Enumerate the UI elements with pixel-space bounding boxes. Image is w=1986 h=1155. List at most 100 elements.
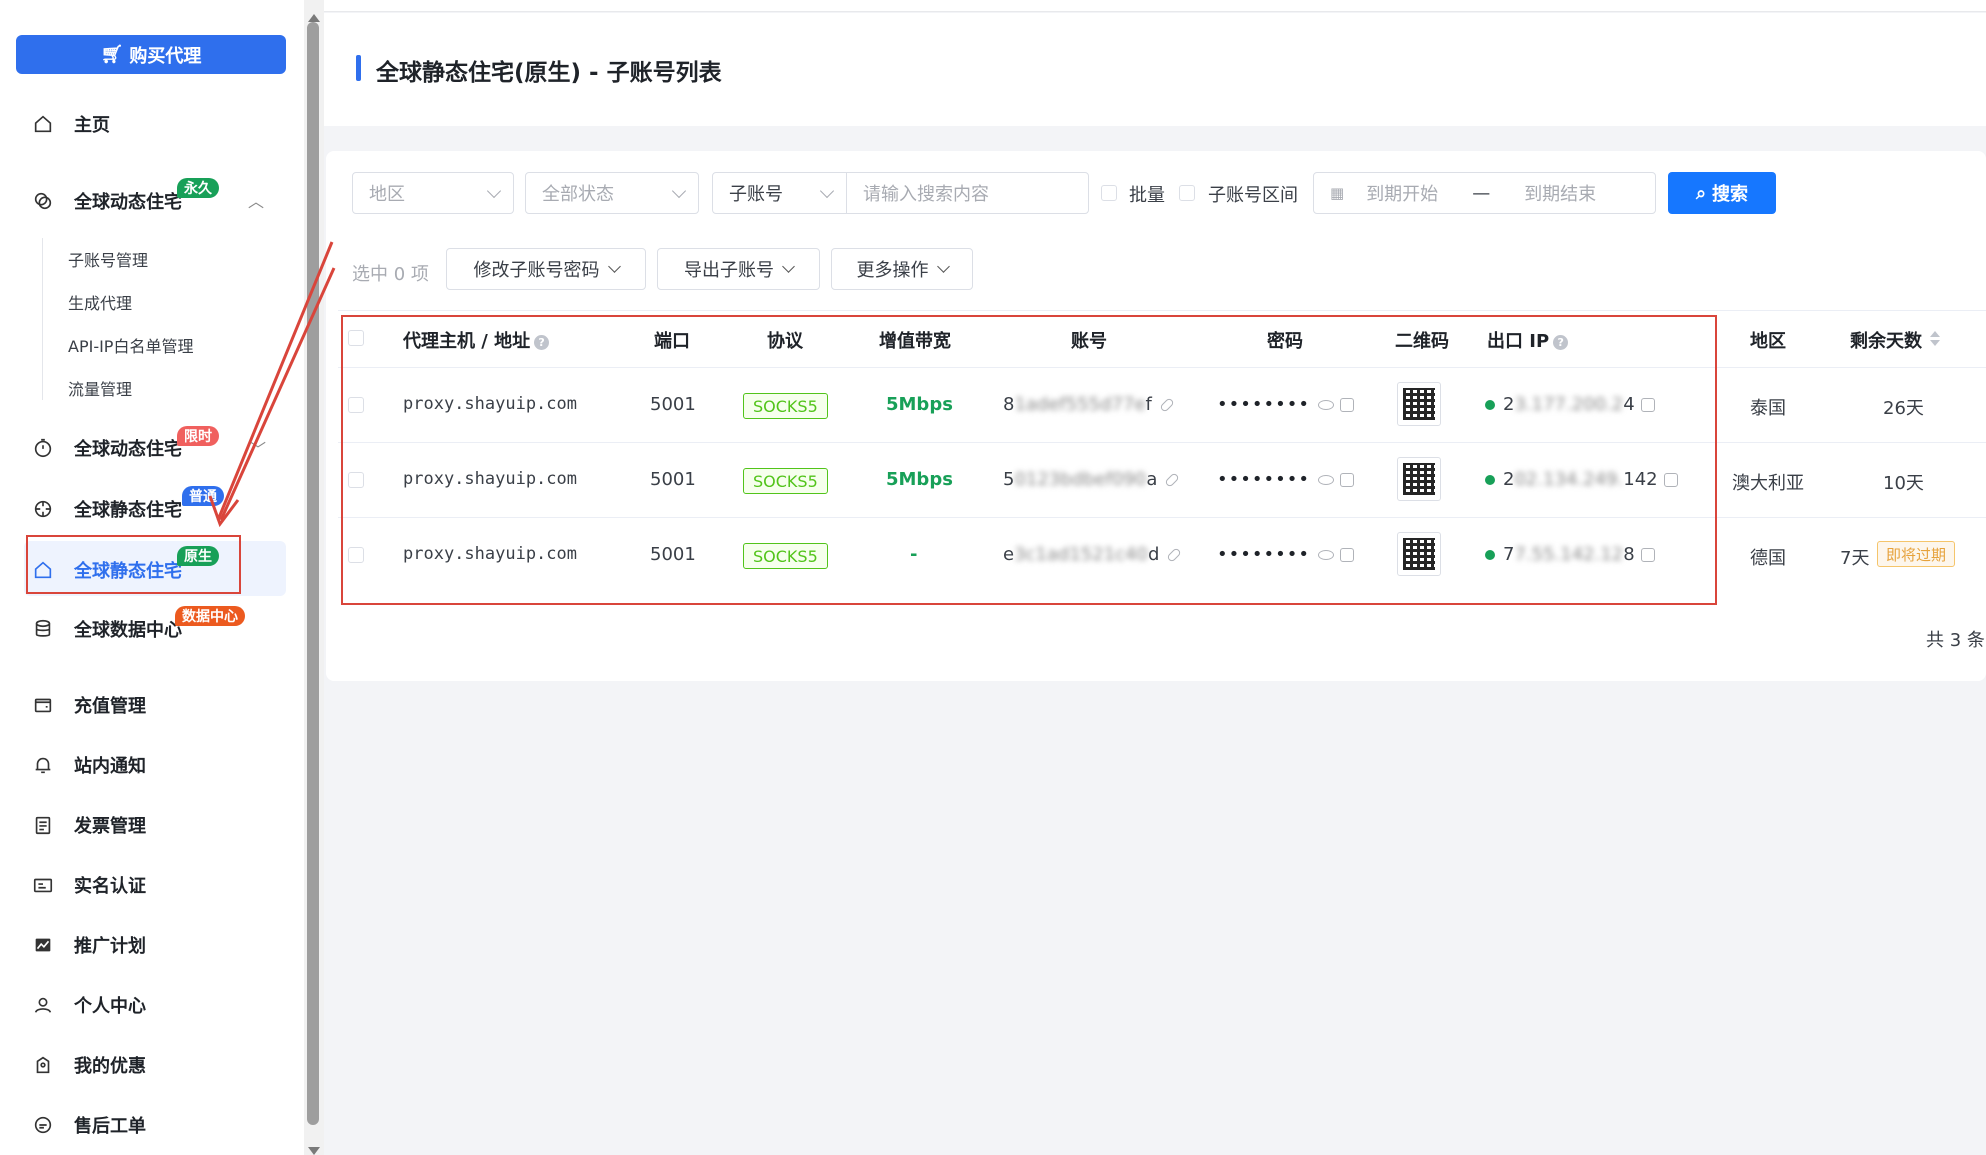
sidebar-item-home[interactable]: 主页 xyxy=(30,107,110,141)
copy-icon[interactable] xyxy=(1339,548,1354,562)
row-password: •••••••• xyxy=(1217,394,1354,415)
search-input[interactable]: 请输入搜索内容 xyxy=(846,172,1089,214)
buy-proxy-button[interactable]: 🛒︎ 购买代理 xyxy=(16,35,286,74)
eye-icon[interactable] xyxy=(1317,550,1334,560)
sidebar-sub-subaccounts[interactable]: 子账号管理 xyxy=(68,247,148,271)
row-days: 7天 xyxy=(1840,548,1870,569)
sidebar-item-promotion[interactable]: 推广计划 xyxy=(30,928,146,962)
column-header-port: 端口 xyxy=(654,331,690,352)
sort-desc-icon[interactable] xyxy=(1930,340,1940,346)
chevron-down-icon xyxy=(486,183,502,199)
copy-icon[interactable] xyxy=(1640,548,1655,562)
range-checkbox[interactable] xyxy=(1179,185,1195,201)
home-icon xyxy=(30,111,56,137)
sidebar-item-invoices[interactable]: 发票管理 xyxy=(30,808,146,842)
row-host: proxy.shayuip.com xyxy=(403,394,577,414)
export-button[interactable]: 导出子账号 xyxy=(657,248,820,290)
badge-permanent: 永久 xyxy=(177,178,219,198)
calendar-icon: ▦ xyxy=(1330,184,1345,202)
row-password: •••••••• xyxy=(1217,469,1354,490)
document-icon xyxy=(30,812,56,838)
sidebar-item-coupons[interactable]: 我的优惠 xyxy=(30,1048,146,1082)
eye-icon[interactable] xyxy=(1317,400,1334,410)
sidebar-item-static-native[interactable]: 全球静态住宅 xyxy=(30,553,182,587)
change-password-button[interactable]: 修改子账号密码 xyxy=(446,248,646,290)
sidebar-item-verification[interactable]: 实名认证 xyxy=(30,868,146,902)
row-password: •••••••• xyxy=(1217,544,1354,565)
chevron-down-icon xyxy=(782,260,795,273)
qr-code[interactable] xyxy=(1397,382,1441,426)
help-icon[interactable]: ? xyxy=(534,334,550,350)
sidebar-sub-api-whitelist[interactable]: API-IP白名单管理 xyxy=(68,333,193,357)
copy-icon[interactable] xyxy=(1663,473,1678,487)
sidebar-item-notifications[interactable]: 站内通知 xyxy=(30,748,146,782)
row-account: e3c1ad1521c40d xyxy=(1003,544,1183,565)
page-header: 全球静态住宅(原生) - 子账号列表 xyxy=(324,13,1986,126)
help-icon[interactable]: ? xyxy=(1553,334,1569,350)
sidebar: 🛒︎ 购买代理 主页 全球动态住宅 永久 ︿ 子账号管理 生成代理 API-IP… xyxy=(0,0,304,1155)
expiry-end-input[interactable]: 到期结束 xyxy=(1524,180,1596,206)
expiry-date-range[interactable]: ▦ 到期开始 — 到期结束 xyxy=(1313,172,1656,214)
online-status-dot xyxy=(1485,400,1495,410)
chevron-down-icon xyxy=(607,260,621,273)
column-header-days[interactable]: 剩余天数 xyxy=(1850,327,1922,353)
sidebar-sub-traffic[interactable]: 流量管理 xyxy=(68,376,132,400)
sidebar-item-dynamic-limited[interactable]: 全球动态住宅 xyxy=(30,431,182,465)
sort-asc-icon[interactable] xyxy=(1930,331,1940,337)
scroll-up-arrow[interactable] xyxy=(308,14,320,22)
row-bandwidth: 5Mbps xyxy=(886,469,953,490)
sidebar-item-dynamic-permanent[interactable]: 全球动态住宅 xyxy=(30,184,182,218)
range-separator: — xyxy=(1472,182,1491,204)
more-actions-button[interactable]: 更多操作 xyxy=(831,248,973,290)
chat-icon xyxy=(30,1112,56,1138)
row-checkbox[interactable] xyxy=(348,472,364,488)
select-all-checkbox[interactable] xyxy=(348,330,364,346)
scroll-down-arrow[interactable] xyxy=(308,1147,320,1155)
sidebar-item-static-normal[interactable]: 全球静态住宅 xyxy=(30,492,182,526)
eye-icon[interactable] xyxy=(1317,475,1334,485)
row-days: 10天 xyxy=(1883,473,1924,494)
link-icon[interactable] xyxy=(1159,397,1175,413)
status-select[interactable]: 全部状态 xyxy=(525,172,699,214)
bell-icon xyxy=(30,752,56,778)
chevron-up-icon[interactable]: ︿ xyxy=(248,188,264,212)
total-count: 共 3 条 xyxy=(1926,630,1985,651)
row-checkbox[interactable] xyxy=(348,397,364,413)
link-icon[interactable] xyxy=(1166,547,1183,563)
row-bandwidth: - xyxy=(910,544,918,565)
table-top-border xyxy=(338,310,1986,311)
link-icon[interactable] xyxy=(1164,472,1181,488)
column-header-region: 地区 xyxy=(1750,331,1786,352)
badge-datacenter: 数据中心 xyxy=(175,606,245,626)
chevron-down-icon[interactable]: ﹀ xyxy=(250,436,266,460)
batch-checkbox[interactable] xyxy=(1101,185,1117,201)
search-button[interactable]: ⌕ 搜索 xyxy=(1668,172,1776,214)
top-bar xyxy=(324,0,1986,12)
row-region: 德国 xyxy=(1750,548,1786,569)
row-divider xyxy=(338,442,1986,443)
qr-code[interactable] xyxy=(1397,532,1441,576)
row-checkbox[interactable] xyxy=(348,547,364,563)
expiring-soon-tag: 即将过期 xyxy=(1877,541,1956,567)
protocol-tag: SOCKS5 xyxy=(743,468,828,494)
title-accent-bar xyxy=(356,55,361,81)
search-field-select[interactable]: 子账号 xyxy=(712,172,847,214)
qr-code[interactable] xyxy=(1397,457,1441,501)
column-header-bandwidth: 增值带宽 xyxy=(879,331,951,352)
sidebar-item-datacenter[interactable]: 全球数据中心 xyxy=(30,612,182,646)
expiry-start-input[interactable]: 到期开始 xyxy=(1366,180,1438,206)
region-select[interactable]: 地区 xyxy=(352,172,514,214)
row-port: 5001 xyxy=(650,394,696,415)
chevron-down-icon xyxy=(671,183,687,199)
scrollbar-thumb[interactable] xyxy=(307,22,319,1125)
copy-icon[interactable] xyxy=(1339,473,1354,487)
sidebar-item-profile[interactable]: 个人中心 xyxy=(30,988,146,1022)
copy-icon[interactable] xyxy=(1640,398,1655,412)
badge-normal: 普通 xyxy=(182,486,224,506)
online-status-dot xyxy=(1485,475,1495,485)
sidebar-item-recharge[interactable]: 充值管理 xyxy=(30,688,146,722)
sidebar-item-support[interactable]: 售后工单 xyxy=(30,1108,146,1142)
copy-icon[interactable] xyxy=(1339,398,1354,412)
sidebar-sub-generate-proxy[interactable]: 生成代理 xyxy=(68,290,132,314)
content-panel xyxy=(326,151,1986,681)
